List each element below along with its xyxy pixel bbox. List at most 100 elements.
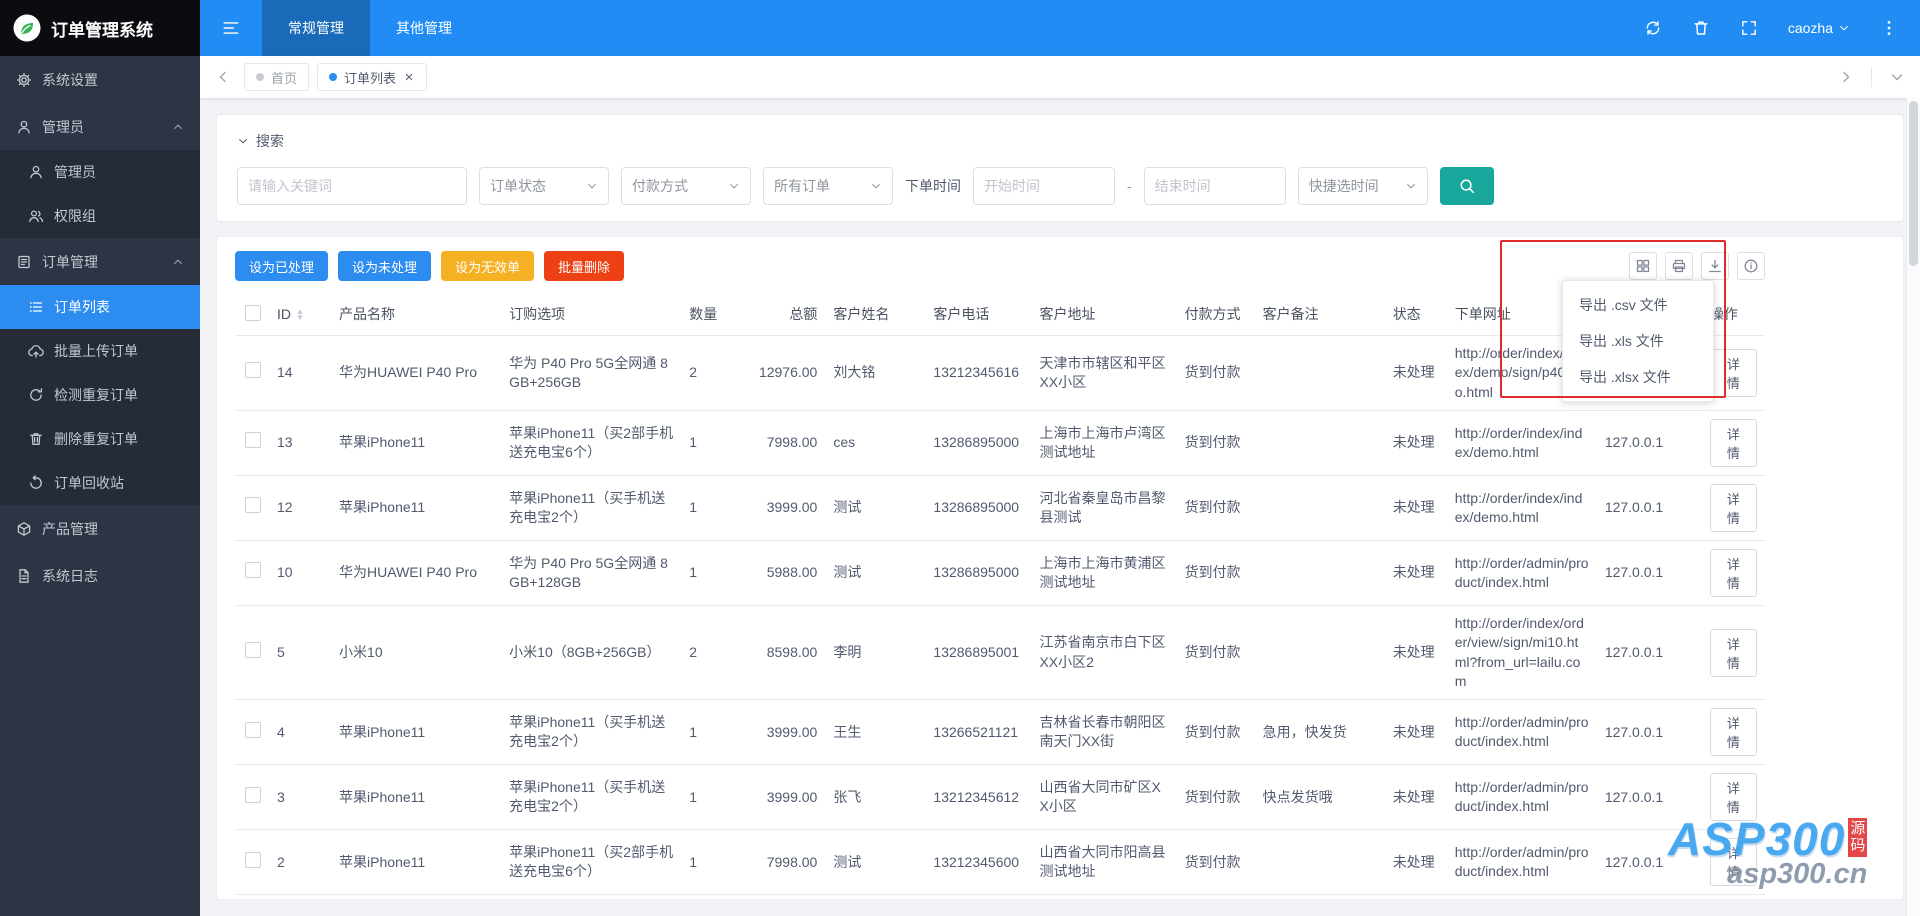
detail-button[interactable]: 详情 [1709,483,1757,532]
cell-qty: 2 [681,605,738,701]
row-checkbox[interactable] [245,432,261,449]
user-menu[interactable]: caozha [1788,20,1850,36]
search-button[interactable] [1439,167,1494,205]
sidebar-item-permission-group[interactable]: 权限组 [0,194,200,238]
refresh-button[interactable] [1644,19,1662,37]
fullscreen-icon [1741,21,1756,35]
start-time-input[interactable] [973,167,1115,205]
sidebar-item-order-management[interactable]: 订单管理 [0,238,200,285]
row-select-cell [235,699,270,766]
main-area: 常规管理 其他管理 caozha 首页 订单列表 搜索 请输入关键词 订单状态 … [200,0,1920,916]
file-icon [19,568,29,583]
export-xls-item[interactable]: 导出 .xls 文件 [1563,323,1713,359]
cell-product: 小米10 [331,894,502,899]
sidebar-item-admin[interactable]: 管理员 [0,150,200,194]
cell-note: 快点发货哦 [1254,764,1385,831]
order-status-select[interactable]: 订单状态 [479,167,609,205]
row-checkbox[interactable] [245,786,261,803]
cell-name: 王生 [825,699,926,766]
tabs-scroll-left-button[interactable] [206,69,240,85]
row-checkbox[interactable] [245,497,261,514]
set-invalid-button[interactable]: 设为无效单 [441,251,535,281]
list-icon [29,302,43,312]
set-processed-button[interactable]: 设为已处理 [235,251,329,281]
chevron-down-icon [730,184,738,189]
quick-time-select[interactable]: 快捷选时间 [1297,167,1428,205]
page-tab-home[interactable]: 首页 [244,63,310,91]
export-xlsx-item[interactable]: 导出 .xlsx 文件 [1563,359,1713,395]
end-time-input[interactable] [1143,167,1286,205]
sidebar-item-detect-duplicates[interactable]: 检测重复订单 [0,373,200,417]
select-value: 订单状态 [490,178,546,194]
tabs-menu-button[interactable] [1880,69,1914,85]
cell-status: 未处理 [1384,410,1447,476]
clear-cache-button[interactable] [1692,19,1710,37]
export-button[interactable] [1701,252,1729,280]
sidebar-item-delete-duplicates[interactable]: 删除重复订单 [0,417,200,461]
info-button[interactable] [1737,252,1765,280]
tabs-scroll-right-button[interactable] [1829,69,1863,85]
sidebar-item-batch-upload[interactable]: 批量上传订单 [0,329,200,373]
sidebar-item-system-log[interactable]: 系统日志 [0,552,200,599]
sidebar-item-order-list[interactable]: 订单列表 [0,285,200,329]
topbar: 常规管理 其他管理 caozha [200,0,1920,56]
cell-address: 山西省大同市阳高县测试地址 [1031,829,1177,896]
row-checkbox[interactable] [245,641,261,658]
sidebar-item-admin-group[interactable]: 管理员 [0,103,200,150]
cell-phone: 13286895000 [925,475,1032,541]
app-title: 订单管理系统 [51,20,153,40]
row-checkbox[interactable] [245,362,261,379]
detail-button[interactable]: 详情 [1709,628,1757,677]
detail-button[interactable]: 详情 [1709,548,1757,597]
search-panel-header[interactable]: 搜索 [237,131,1883,151]
chevron-down-icon [872,184,880,189]
print-button[interactable] [1665,252,1693,280]
sync-icon [1646,21,1660,35]
search-icon [1460,179,1474,194]
row-checkbox[interactable] [245,721,261,738]
cell-id: 10 [269,540,332,606]
cell-address: 河北省秦皇岛市昌黎县测试 [1031,475,1177,541]
keyword-input[interactable] [237,167,467,205]
select-all-checkbox[interactable] [245,304,261,321]
batch-delete-button[interactable]: 批量删除 [544,251,625,281]
columns-button[interactable] [1629,252,1657,280]
date-range-dash: - [1127,178,1132,194]
cell-status: 未处理 [1384,335,1447,411]
topbar-tab-other[interactable]: 其他管理 [370,0,478,56]
all-orders-select[interactable]: 所有订单 [763,167,893,205]
column-header-id[interactable]: ID ▲ ▼ [269,293,332,336]
sidebar-item-product-management[interactable]: 产品管理 [0,505,200,552]
sort-carets-icon[interactable]: ▲ ▼ [296,308,304,322]
cell-name: 草札测试 [825,894,926,899]
scrollbar-thumb[interactable] [1909,101,1918,266]
menu-toggle-button[interactable] [200,0,262,56]
row-checkbox[interactable] [245,851,261,868]
column-header-note: 客户备注 [1254,293,1385,336]
topbar-tab-general[interactable]: 常规管理 [262,0,370,56]
cell-note [1254,829,1385,896]
vertical-scrollbar[interactable] [1906,98,1920,916]
cell-action: 详情 [1701,605,1765,701]
payment-method-select[interactable]: 付款方式 [621,167,751,205]
cell-url: http://order/admin/product/index.html [1446,829,1597,896]
fullscreen-button[interactable] [1740,19,1758,37]
detail-button[interactable]: 详情 [1709,708,1757,757]
set-unprocessed-button[interactable]: 设为未处理 [338,251,432,281]
export-csv-item[interactable]: 导出 .csv 文件 [1563,287,1713,323]
columns-icon [1636,259,1650,273]
cell-url: http://order/admin/product/index.html [1446,540,1597,606]
sidebar: 订单管理系统 系统设置 管理员 管理员 权限组 订单管理 订单列表 批量上传订单… [0,0,200,916]
tabbar-controls [1829,67,1914,87]
detail-button[interactable]: 详情 [1709,348,1757,397]
select-value: 快捷选时间 [1308,178,1379,194]
close-icon[interactable] [403,71,415,83]
sidebar-item-system-settings[interactable]: 系统设置 [0,56,200,103]
column-header-qty: 数量 [681,293,738,336]
cell-phone: 13286895000 [925,410,1032,476]
more-options-button[interactable] [1880,19,1898,37]
page-tab-order-list[interactable]: 订单列表 [317,63,428,91]
sidebar-item-recycle-bin[interactable]: 订单回收站 [0,461,200,505]
detail-button[interactable]: 详情 [1709,418,1757,467]
row-checkbox[interactable] [245,562,261,579]
